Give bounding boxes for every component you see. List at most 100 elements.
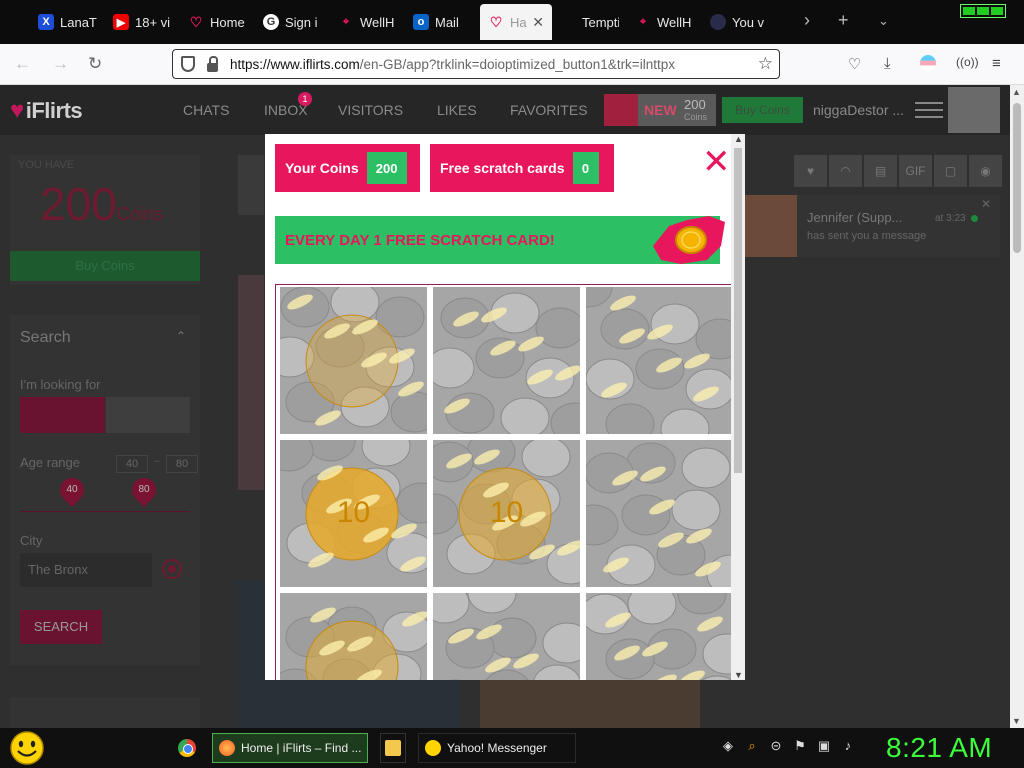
modal-scroll-up-icon[interactable]: ▲ [734,134,743,144]
heart-icon: ♡ [189,13,203,30]
scroll-down-arrow-icon[interactable]: ▼ [1012,716,1021,726]
google-play-badge[interactable] [10,697,200,728]
new-coins-box[interactable]: NEW 200 Coins [604,94,716,126]
heart-icon[interactable]: ♥ [794,155,827,187]
search-button[interactable]: SEARCH [20,610,102,644]
hamburger-menu-icon[interactable] [915,102,943,123]
scratch-cell[interactable] [433,287,580,434]
browser-tab[interactable]: You v [702,4,777,40]
browser-tab[interactable]: ▶ 18+ vi [105,4,180,40]
url-bar[interactable]: https://www.iflirts.com/en-GB/app?trklin… [172,49,780,79]
profile-card[interactable] [238,155,264,215]
site-logo[interactable]: ♥ iFlirts [10,97,83,125]
battery-icon [960,4,1006,18]
browser-tab[interactable]: X LanaT [30,4,105,40]
pin-icon: ⌖ [342,15,350,28]
age-max-input[interactable]: 80 [166,455,198,473]
message-notification[interactable]: Jennifer (Supp... at 3:23 has sent you a… [745,195,1000,257]
tab-list: X LanaT ▶ 18+ vi ♡ Home G Sign i ⌖ WellH o Mail ♡ Ha ✕… [30,4,777,40]
gender-female-button[interactable] [20,397,105,433]
browser-tab[interactable]: Tempting [552,4,627,40]
tab-label: WellH [657,14,692,30]
scratch-cell[interactable]: 10 [433,440,580,587]
tab-label: WellH [360,14,395,30]
downloads-icon[interactable]: ⤓ [884,55,891,72]
nav-visitors[interactable]: VISITORS [338,102,403,118]
search-tray-icon[interactable]: ⌕ [744,738,760,756]
page-scroll-thumb[interactable] [1013,103,1021,253]
locate-me-icon[interactable] [162,559,182,579]
extensions-icon[interactable]: ((o)) [956,55,979,69]
flag-tray-icon[interactable]: ⚑ [792,738,808,756]
scratch-cell[interactable] [586,440,733,587]
gif-icon[interactable]: GIF [899,155,932,187]
network-tray-icon[interactable]: ◈ [720,738,736,756]
close-modal-icon[interactable]: ✕ [702,145,731,179]
sidebar-buy-coins-button[interactable]: Buy Coins [10,251,200,281]
forward-button[interactable]: → [52,54,69,74]
close-tab-icon[interactable]: ✕ [532,14,544,31]
account-avatar-icon[interactable] [920,55,936,71]
nav-favorites[interactable]: FAVORITES [510,102,588,118]
browser-tab[interactable]: ⌖ WellH [330,4,405,40]
age-min-input[interactable]: 40 [116,455,148,473]
page-scrollbar[interactable]: ▲ ▼ [1010,85,1024,728]
menu-icon[interactable]: ≡ [992,55,1001,72]
age-slider-track[interactable] [20,511,190,512]
tab-list-chevron-icon[interactable]: ⌄ [878,13,889,29]
scroll-up-arrow-icon[interactable]: ▲ [1012,87,1021,97]
scratch-cell[interactable]: 10 [280,440,427,587]
collapse-chevron-icon[interactable]: ⌃ [176,329,186,343]
taskbar-yahoo-task[interactable]: Yahoo! Messenger [418,733,576,763]
modal-scrollbar[interactable]: ▲ ▼ [731,134,745,680]
volume-tray-icon[interactable]: ♪ [840,738,856,756]
nav-likes[interactable]: LIKES [437,102,477,118]
scratch-cell[interactable] [586,287,733,434]
gender-male-button[interactable] [106,397,190,433]
browser-tab[interactable]: G Sign i [255,4,330,40]
profile-card[interactable] [238,275,264,490]
tab-scroll-right-icon[interactable]: › [804,10,810,31]
user-avatar[interactable] [948,87,1000,133]
scratch-cell[interactable] [586,593,733,680]
lips-icon[interactable]: ◠ [829,155,862,187]
age-min-slider-handle[interactable]: 40 [55,473,89,507]
scratch-cell[interactable] [433,593,580,680]
pocket-icon[interactable]: ♡ [848,55,861,73]
coins-panel: YOU HAVE 200Coins Buy Coins [10,155,200,285]
scratch-coins-pattern [280,287,427,433]
gift-icon[interactable]: ▤ [864,155,897,187]
new-tab-button[interactable]: + [838,10,849,31]
back-button[interactable]: ← [14,54,31,74]
age-max-slider-handle[interactable]: 80 [127,473,161,507]
city-input[interactable]: The Bronx [20,553,152,587]
tracking-shield-icon[interactable] [181,56,195,72]
start-smiley-icon[interactable] [8,730,46,766]
bookmark-star-icon[interactable]: ☆ [758,54,773,74]
x-icon: X [38,14,54,30]
modal-scroll-thumb[interactable] [734,148,742,473]
lock-icon[interactable] [207,55,218,72]
url-text[interactable]: https://www.iflirts.com/en-GB/app?trklin… [230,57,750,72]
close-notification-icon[interactable]: ✕ [981,197,991,211]
chat-icon[interactable]: ▢ [934,155,967,187]
browser-tab[interactable]: ♡ Ha ✕ [480,4,552,40]
header-buy-coins-button[interactable]: Buy Coins [722,97,803,123]
scratch-cell[interactable] [280,287,427,434]
display-tray-icon[interactable]: ▣ [816,738,832,756]
modal-scroll-down-icon[interactable]: ▼ [734,670,743,680]
reload-button[interactable]: ↻ [88,54,102,74]
minus-tray-icon[interactable]: ⊝ [768,738,784,756]
eye-icon[interactable]: ◉ [969,155,1002,187]
chrome-icon[interactable] [178,739,196,757]
browser-tab[interactable]: o Mail [405,4,480,40]
scratch-cell[interactable] [280,593,427,680]
nav-chats[interactable]: CHATS [183,102,229,118]
profile-card[interactable] [480,675,700,728]
browser-tab[interactable]: ♡ Home [180,4,255,40]
taskbar-folder-task[interactable] [380,733,406,763]
browser-tab[interactable]: ⌖ WellH [627,4,702,40]
taskbar-firefox-task[interactable]: Home | iFlirts – Find ... [212,733,368,763]
system-tray: ◈ ⌕ ⊝ ⚑ ▣ ♪ [720,738,856,756]
header-username[interactable]: niggaDestor ... [813,102,904,118]
